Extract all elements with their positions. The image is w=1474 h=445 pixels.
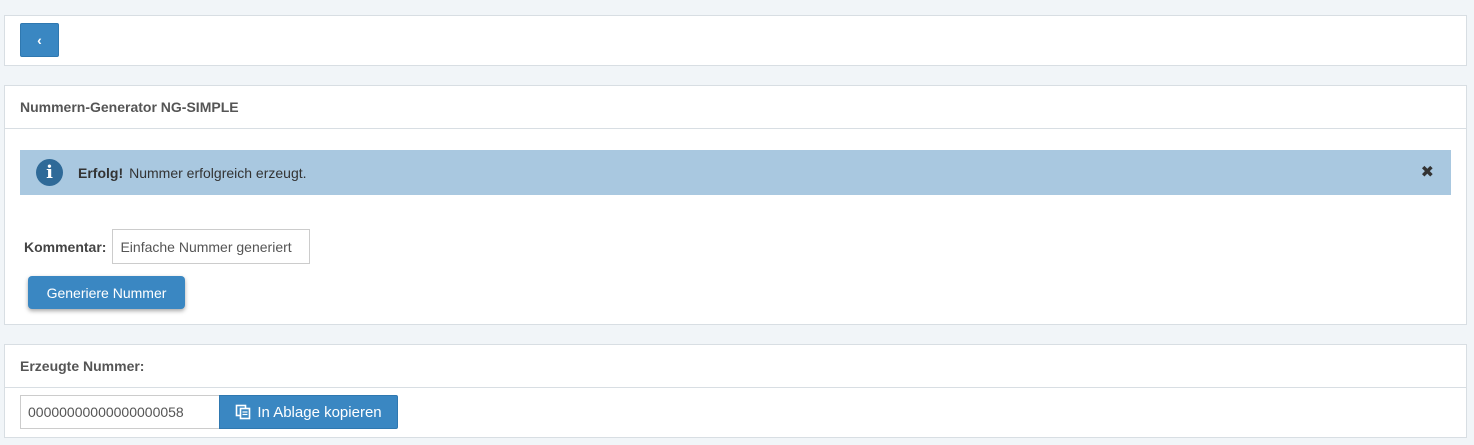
close-icon[interactable]: ✖	[1421, 162, 1434, 182]
generated-number-field[interactable]	[20, 395, 219, 429]
copy-icon	[236, 404, 251, 420]
comment-label: Kommentar:	[24, 238, 107, 255]
comment-input[interactable]	[112, 229, 311, 264]
alert-title: Erfolg!	[78, 164, 124, 181]
info-icon: i	[36, 159, 63, 186]
output-panel: Erzeugte Nummer: In Ablage kopieren	[4, 344, 1467, 438]
alert-message: Nummer erfolgreich erzeugt.	[129, 164, 307, 181]
generator-title: Nummern-Generator NG-SIMPLE	[5, 86, 1466, 129]
chevron-left-icon: ‹	[37, 32, 42, 48]
generate-button[interactable]: Generiere Nummer	[28, 276, 185, 309]
copy-button-label: In Ablage kopieren	[257, 403, 382, 421]
comment-row: Kommentar:	[24, 229, 311, 264]
back-button[interactable]: ‹	[20, 23, 59, 57]
navigation-panel: ‹	[4, 15, 1467, 66]
copy-button[interactable]: In Ablage kopieren	[219, 395, 398, 429]
success-alert: i Erfolg! Nummer erfolgreich erzeugt. ✖	[20, 150, 1451, 195]
generator-panel: Nummern-Generator NG-SIMPLE i Erfolg! Nu…	[4, 85, 1467, 325]
output-row: In Ablage kopieren	[20, 395, 398, 429]
output-title: Erzeugte Nummer:	[5, 345, 1466, 388]
